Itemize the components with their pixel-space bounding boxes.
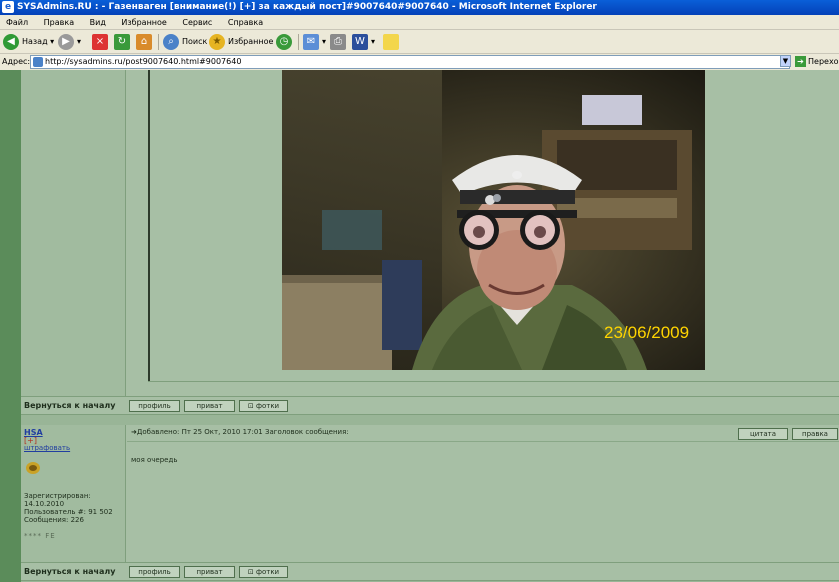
profile-button[interactable]: профиль [129,566,180,578]
page-icon [33,57,43,67]
author-info: Зарегистрирован: 14.10.2010 Пользователь… [24,492,113,524]
user-number: Пользователь #: 91 502 [24,508,113,516]
back-to-top-link[interactable]: Вернуться к началу [24,401,115,410]
rank-stars: **** FE [24,532,56,540]
toolbar-separator [158,34,159,50]
left-margin [0,70,21,582]
photos-button[interactable]: ⊡ фотки [239,400,288,412]
photos-button[interactable]: ⊡ фотки [239,566,288,578]
stop-button[interactable]: × [92,33,111,51]
post-2-footer: Вернуться к началу профиль приват ⊡ фотк… [21,562,839,581]
stop-icon: × [92,33,108,50]
address-url: http://sysadmins.ru/post9007640.html#900… [45,57,242,66]
menu-tools[interactable]: Сервис [182,18,212,27]
photo-icon: ⊡ [247,402,256,410]
post-2-header-divider [127,441,839,442]
print-button[interactable]: ⎙ [330,33,349,51]
menu-help[interactable]: Справка [228,18,263,27]
registered-label: Зарегистрирован: [24,492,91,500]
mail-button[interactable]: ✉ ▾ [303,33,326,51]
go-arrow-icon: ➔ [795,56,806,67]
toolbar-separator [298,34,299,50]
home-icon: ⌂ [136,33,152,50]
note-icon [383,33,399,50]
menu-edit[interactable]: Правка [44,18,74,27]
post-1-footer: Вернуться к началу профиль приват ⊡ фотк… [21,396,839,415]
post-header: ➜Добавлено: Пт 25 Окт, 2010 17:01 Заголо… [131,428,349,436]
menu-bar: Файл Правка Вид Избранное Сервис Справка [0,15,839,30]
messenger-button[interactable] [383,33,402,51]
forward-button[interactable]: ▶ ▾ [58,33,81,51]
word-icon: W [352,33,368,50]
ie-icon: e [2,1,14,13]
pm-button[interactable]: приват [184,566,235,578]
photo-icon: ⊡ [247,568,256,576]
favorites-button[interactable]: ★ Избранное [209,33,273,51]
back-arrow-icon: ◀ [3,33,19,50]
post-1-divider [148,381,839,382]
post-photo[interactable]: 23/06/2009 [282,70,705,370]
back-button[interactable]: ◀ Назад ▾ [3,33,54,51]
home-button[interactable]: ⌂ [136,33,155,51]
address-label: Адрес: [2,57,31,66]
browser-window: e SYSAdmins.RU : - Газенваген [внимание(!… [0,0,839,582]
search-icon: ⌕ [163,33,179,50]
star-icon: ★ [209,33,225,50]
profile-button[interactable]: профиль [129,400,180,412]
forward-arrow-icon: ▶ [58,33,74,50]
refresh-icon: ↻ [114,33,130,50]
post-1-author-column [21,70,126,396]
history-icon: ◷ [276,33,292,50]
photo-image: 23/06/2009 [282,70,705,370]
title-bar: e SYSAdmins.RU : - Газенваген [внимание(!… [0,0,839,15]
print-icon: ⎙ [330,33,346,50]
go-button[interactable]: ➔Переход [795,54,839,70]
address-dropdown-button[interactable]: ▼ [780,55,791,67]
back-to-top-link[interactable]: Вернуться к началу [24,567,115,576]
search-button[interactable]: ⌕ Поиск [163,33,207,51]
registered-date: 14.10.2010 [24,500,65,508]
edit-word-button[interactable]: W ▾ [352,33,375,51]
message-count: Сообщения: 226 [24,516,84,524]
pm-button[interactable]: приват [184,400,235,412]
menu-view[interactable]: Вид [90,18,106,27]
avatar-icon [26,462,40,474]
post-2: HSA [+] штрафовать Зарегистрирован: 14.1… [21,425,839,562]
toolbar: ◀ Назад ▾ ▶ ▾ × ↻ ⌂ ⌕ Поиск ★ Избранное ◷ ✉ ▾… [0,30,839,54]
quote-button[interactable]: цитата [738,428,788,440]
history-button[interactable]: ◷ [276,33,295,51]
post-body: моя очередь [131,456,178,464]
quote-border [148,70,150,381]
address-input[interactable]: http://sysadmins.ru/post9007640.html#900… [30,55,790,69]
refresh-button[interactable]: ↻ [114,33,133,51]
photo-date-stamp: 23/06/2009 [604,323,689,342]
menu-file[interactable]: Файл [6,18,28,27]
warn-link[interactable]: штрафовать [24,444,70,452]
edit-button[interactable]: правка [792,428,838,440]
address-bar: Адрес: http://sysadmins.ru/post9007640.h… [0,54,839,70]
mail-icon: ✉ [303,33,319,50]
post-2-author-column: HSA [+] штрафовать Зарегистрирован: 14.1… [21,425,126,562]
menu-favorites[interactable]: Избранное [121,18,166,27]
window-title: SYSAdmins.RU : - Газенваген [внимание(!)… [17,2,597,12]
